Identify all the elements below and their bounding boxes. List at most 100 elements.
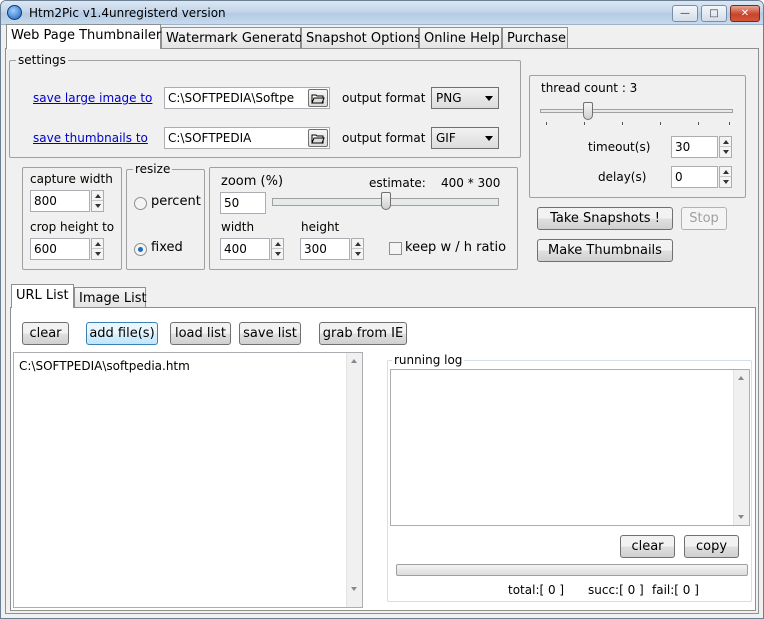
zoom-height-label: height xyxy=(301,220,340,234)
zoom-width-field[interactable]: 400 xyxy=(220,238,270,260)
zoom-width-label: width xyxy=(221,220,255,234)
fixed-radio[interactable] xyxy=(134,243,147,256)
settings-group: settings save large image to C:\SOFTPEDI… xyxy=(9,53,521,158)
thumb-format-select[interactable]: GIF xyxy=(431,127,499,149)
folder-open-icon xyxy=(311,94,325,103)
crop-height-field[interactable]: 600 xyxy=(30,238,90,260)
running-log-label: running log xyxy=(392,353,465,367)
capture-width-spinner[interactable] xyxy=(91,190,104,212)
minimize-button[interactable]: — xyxy=(672,5,698,22)
thumb-format-label: output format xyxy=(342,131,426,145)
add-files-button[interactable]: add file(s) xyxy=(86,322,158,345)
tab-url-list[interactable]: URL List xyxy=(11,284,74,308)
resize-label: resize xyxy=(133,162,173,176)
save-large-image-link[interactable]: save large image to xyxy=(33,91,152,105)
copy-log-button[interactable]: copy xyxy=(684,535,739,558)
url-listbox[interactable]: C:\SOFTPEDIA\softpedia.htm xyxy=(13,352,363,608)
capture-width-field[interactable]: 800 xyxy=(30,190,90,212)
total-count: total:[ 0 ] xyxy=(508,583,565,597)
slider-tick xyxy=(546,122,547,125)
large-format-select[interactable]: PNG xyxy=(431,87,499,109)
slider-tick xyxy=(622,122,623,125)
zoom-group: zoom (%) estimate: 400 * 300 50 width 40… xyxy=(209,167,518,270)
percent-radio-label[interactable]: percent xyxy=(151,194,201,209)
thumb-format-value: GIF xyxy=(436,131,456,145)
slider-tick xyxy=(729,122,730,125)
save-thumbnails-link[interactable]: save thumbnails to xyxy=(33,131,148,145)
tab-online-help[interactable]: Online Help xyxy=(419,27,502,49)
load-list-button[interactable]: load list xyxy=(170,322,231,345)
estimate-value: 400 * 300 xyxy=(441,176,501,190)
large-image-path-field[interactable]: C:\SOFTPEDIA\Softpe xyxy=(164,87,330,109)
browse-thumb-folder-button[interactable] xyxy=(308,129,328,147)
url-list-scrollbar[interactable] xyxy=(346,353,362,607)
main-panel: settings save large image to C:\SOFTPEDI… xyxy=(5,48,759,614)
browse-large-folder-button[interactable] xyxy=(308,89,328,107)
scroll-up-icon[interactable] xyxy=(351,359,357,363)
crop-height-label: crop height to xyxy=(30,220,115,234)
grab-from-ie-button[interactable]: grab from IE xyxy=(319,322,407,345)
zoom-width-spinner[interactable] xyxy=(271,238,284,260)
slider-tick xyxy=(698,122,699,125)
estimate-label: estimate: xyxy=(369,176,426,190)
zoom-field[interactable]: 50 xyxy=(220,192,266,214)
percent-radio[interactable] xyxy=(134,197,147,210)
folder-open-icon xyxy=(311,134,325,143)
make-thumbnails-button[interactable]: Make Thumbnails xyxy=(537,239,673,262)
tab-web-page-thumbnailer[interactable]: Web Page Thumbnailer xyxy=(6,24,161,49)
keep-ratio-checkbox[interactable] xyxy=(389,242,402,255)
timeout-field[interactable]: 30 xyxy=(671,136,718,158)
running-log-box[interactable] xyxy=(390,369,750,526)
title-bar[interactable]: Htm2Pic v1.4 unregisterd version — □ ✕ xyxy=(1,1,763,25)
slider-tick xyxy=(584,122,585,125)
delay-spinner[interactable] xyxy=(719,166,732,188)
scroll-up-icon[interactable] xyxy=(738,376,744,380)
capture-width-label: capture width xyxy=(30,172,113,186)
app-icon xyxy=(7,5,22,20)
scroll-down-icon[interactable] xyxy=(738,515,744,519)
large-format-value: PNG xyxy=(436,91,462,105)
take-snapshots-button[interactable]: Take Snapshots ! xyxy=(537,207,673,230)
fixed-radio-label[interactable]: fixed xyxy=(151,240,183,255)
scroll-down-icon[interactable] xyxy=(351,587,357,591)
url-list-panel: clear add file(s) load list save list gr… xyxy=(10,307,756,611)
crop-height-spinner[interactable] xyxy=(91,238,104,260)
delay-field[interactable]: 0 xyxy=(671,166,718,188)
tab-image-list[interactable]: Image List xyxy=(74,287,147,308)
app-window: Htm2Pic v1.4 unregisterd version — □ ✕ W… xyxy=(0,0,764,619)
stop-button[interactable]: Stop xyxy=(681,207,727,230)
window-subtitle: unregisterd version xyxy=(109,6,226,20)
tab-snapshot-options[interactable]: Snapshot Options xyxy=(301,27,421,49)
close-button[interactable]: ✕ xyxy=(730,5,760,22)
resize-group: resize percent fixed xyxy=(126,162,205,270)
large-format-label: output format xyxy=(342,91,426,105)
window-title: Htm2Pic v1.4 xyxy=(29,6,109,20)
thread-slider-thumb[interactable] xyxy=(583,102,594,120)
timeout-spinner[interactable] xyxy=(719,136,732,158)
clear-log-button[interactable]: clear xyxy=(620,535,675,558)
list-item[interactable]: C:\SOFTPEDIA\softpedia.htm xyxy=(19,359,190,373)
delay-label: delay(s) xyxy=(598,170,647,184)
zoom-label: zoom (%) xyxy=(221,174,284,189)
tab-purchase[interactable]: Purchase xyxy=(502,27,568,49)
chevron-down-icon xyxy=(485,136,493,141)
thread-slider-track[interactable] xyxy=(540,109,733,113)
maximize-button[interactable]: □ xyxy=(701,5,727,22)
save-list-button[interactable]: save list xyxy=(239,322,301,345)
keep-ratio-label[interactable]: keep w / h ratio xyxy=(405,240,506,255)
running-log-group: running log clear copy total:[ 0 ] succ:… xyxy=(387,353,752,602)
progress-bar xyxy=(396,564,748,576)
thumbnails-path-field[interactable]: C:\SOFTPEDIA xyxy=(164,127,330,149)
zoom-slider-thumb[interactable] xyxy=(380,192,391,210)
tab-watermark-generator[interactable]: Watermark Generator xyxy=(161,27,308,49)
settings-label: settings xyxy=(16,53,68,67)
capture-group: capture width 800 crop height to 600 xyxy=(22,167,122,270)
success-count: succ:[ 0 ] xyxy=(588,583,644,597)
clear-list-button[interactable]: clear xyxy=(22,322,69,345)
log-scrollbar[interactable] xyxy=(733,370,749,525)
thread-group: thread count : 3 timeout(s) 30 delay(s) … xyxy=(529,75,746,198)
zoom-height-spinner[interactable] xyxy=(351,238,364,260)
zoom-height-field[interactable]: 300 xyxy=(300,238,350,260)
fail-count: fail:[ 0 ] xyxy=(652,583,699,597)
slider-tick xyxy=(660,122,661,125)
